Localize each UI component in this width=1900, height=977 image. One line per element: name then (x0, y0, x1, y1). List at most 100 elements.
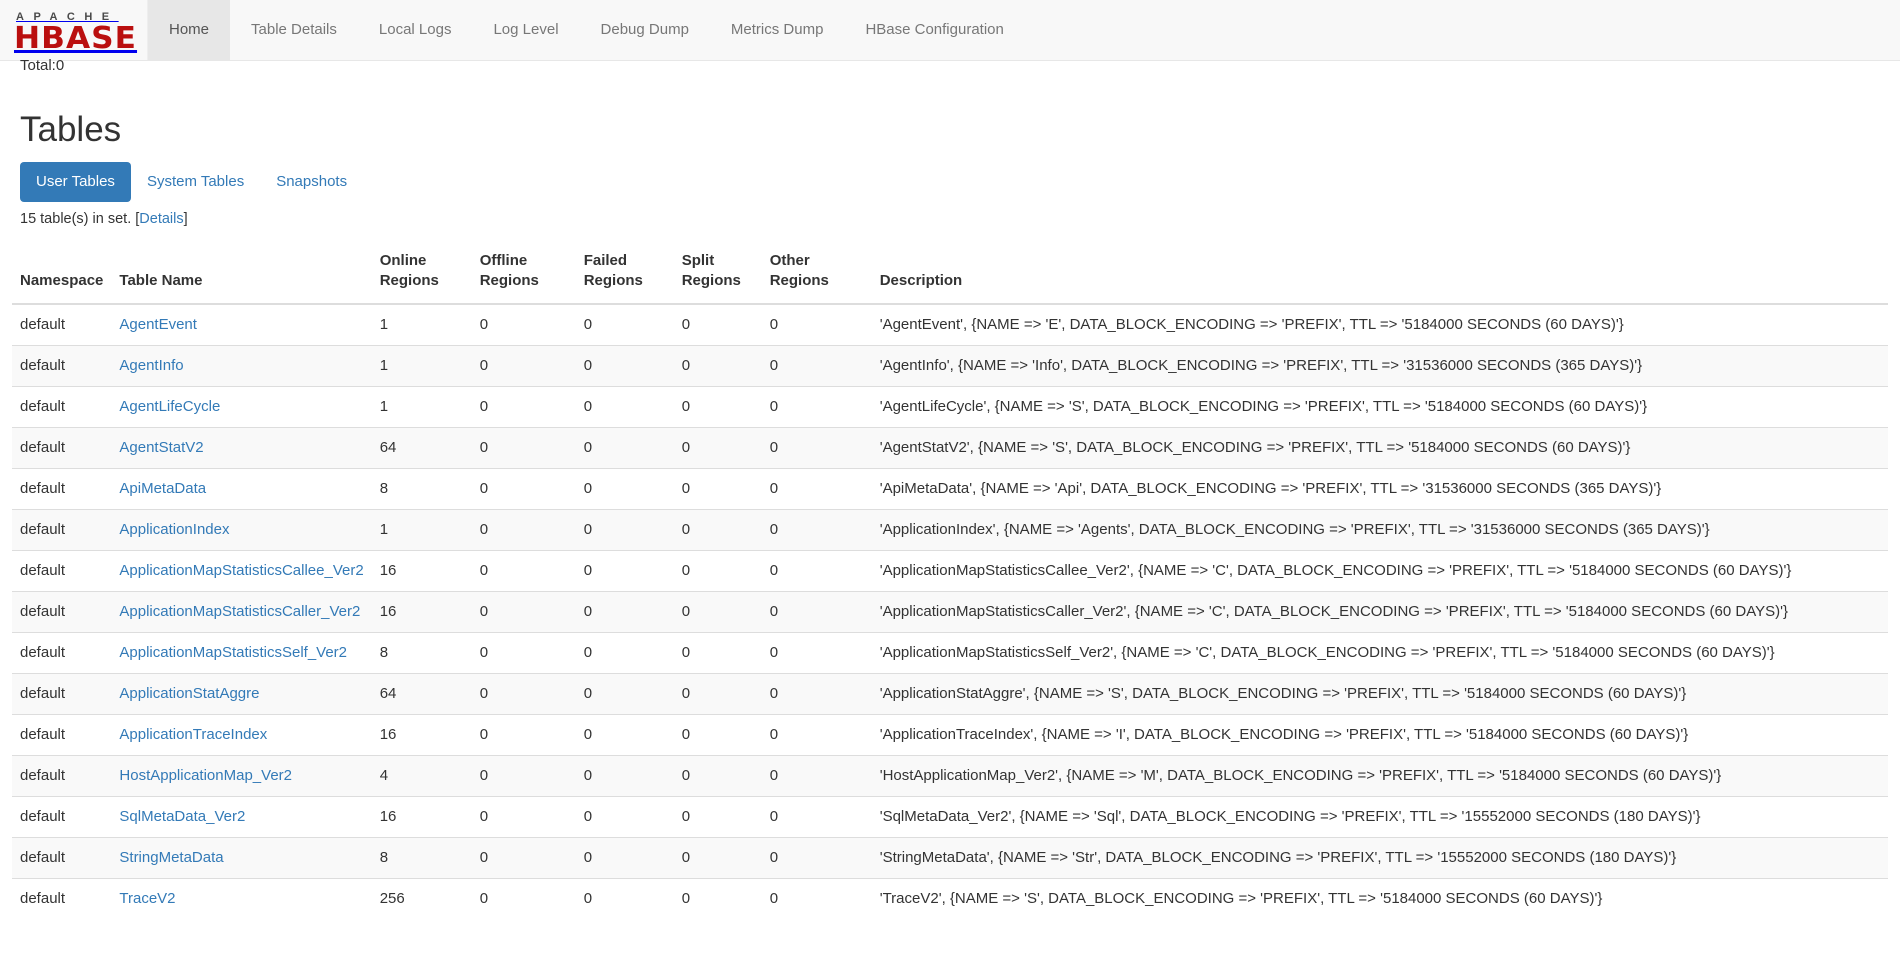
cell-description: 'AgentStatV2', {NAME => 'S', DATA_BLOCK_… (871, 427, 1888, 469)
cell-split-regions: 0 (673, 386, 762, 428)
cell-split-regions: 0 (673, 468, 762, 510)
cell-failed-regions: 0 (575, 591, 674, 633)
cell-offline-regions: 0 (471, 673, 576, 715)
nav-item-metrics-dump[interactable]: Metrics Dump (710, 0, 845, 60)
table-name-link[interactable]: ApplicationMapStatisticsSelf_Ver2 (119, 644, 347, 661)
table-row: default HostApplicationMap_Ver2 4 0 0 0 0 'Host… (12, 755, 1888, 797)
set-count-suffix: ] (183, 211, 188, 227)
nav-item-table-details[interactable]: Table Details (230, 0, 358, 60)
cell-failed-regions: 0 (575, 345, 674, 387)
header-table-name: Table Name (111, 241, 372, 305)
table-row: default ApplicationMapStatisticsCaller_Ve… (12, 591, 1888, 633)
table-name-link[interactable]: AgentInfo (119, 357, 183, 374)
table-name-link[interactable]: ApplicationMapStatisticsCaller_Ver2 (119, 603, 360, 620)
cell-online-regions: 16 (371, 550, 472, 592)
cell-offline-regions: 0 (471, 303, 576, 346)
cell-other-regions: 0 (761, 796, 872, 838)
table-name-link[interactable]: ApplicationIndex (119, 521, 229, 538)
cell-split-regions: 0 (673, 345, 762, 387)
cell-description: 'ApplicationMapStatisticsCaller_Ver2', {… (871, 591, 1888, 633)
cell-table-name: AgentInfo (111, 345, 372, 387)
cell-online-regions: 8 (371, 632, 472, 674)
nav-item-wrapper: Debug Dump (580, 0, 710, 60)
cell-namespace: default (12, 345, 112, 387)
cell-table-name: HostApplicationMap_Ver2 (111, 755, 372, 797)
table-name-link[interactable]: ApplicationStatAggre (119, 685, 259, 702)
table-row: default SqlMetaData_Ver2 16 0 0 0 0 'SqlMetaDat… (12, 796, 1888, 838)
table-name-link[interactable]: TraceV2 (119, 890, 175, 907)
tab-snapshots[interactable]: Snapshots (260, 162, 363, 202)
cell-offline-regions: 0 (471, 591, 576, 633)
table-head: Namespace Table Name Online Regions Offl… (12, 241, 1888, 305)
cell-namespace: default (12, 386, 112, 428)
cell-namespace: default (12, 673, 112, 715)
table-name-link[interactable]: ApiMetaData (119, 480, 206, 497)
cell-failed-regions: 0 (575, 509, 674, 551)
cell-failed-regions: 0 (575, 673, 674, 715)
table-body: default AgentEvent 1 0 0 0 0 'AgentEvent', {NAM… (12, 303, 1888, 919)
table-header-row: Namespace Table Name Online Regions Offl… (12, 241, 1888, 305)
cell-other-regions: 0 (761, 673, 872, 715)
table-name-link[interactable]: HostApplicationMap_Ver2 (119, 767, 292, 784)
user-tables-table: Namespace Table Name Online Regions Offl… (12, 241, 1888, 919)
hbase-logo[interactable]: APACHE HBASE (0, 0, 148, 60)
table-name-link[interactable]: AgentEvent (119, 316, 197, 333)
cell-failed-regions: 0 (575, 714, 674, 756)
cell-other-regions: 0 (761, 509, 872, 551)
cell-failed-regions: 0 (575, 837, 674, 879)
cell-table-name: ApplicationMapStatisticsSelf_Ver2 (111, 632, 372, 674)
cell-description: 'ApplicationIndex', {NAME => 'Agents', D… (871, 509, 1888, 551)
table-name-link[interactable]: SqlMetaData_Ver2 (119, 808, 245, 825)
page-content: Total:0 Tables User Tables System Tables S… (0, 57, 1900, 919)
cell-online-regions: 1 (371, 303, 472, 346)
cell-online-regions: 1 (371, 386, 472, 428)
cell-description: 'SqlMetaData_Ver2', {NAME => 'Sql', DATA… (871, 796, 1888, 838)
cell-namespace: default (12, 796, 112, 838)
cell-offline-regions: 0 (471, 632, 576, 674)
cell-online-regions: 1 (371, 509, 472, 551)
details-link[interactable]: Details (139, 211, 183, 227)
cell-namespace: default (12, 509, 112, 551)
nav-item-log-level[interactable]: Log Level (472, 0, 579, 60)
table-name-link[interactable]: ApplicationMapStatisticsCallee_Ver2 (119, 562, 363, 579)
cell-description: 'AgentLifeCycle', {NAME => 'S', DATA_BLO… (871, 386, 1888, 428)
nav-item-wrapper: Table Details (230, 0, 358, 60)
cell-offline-regions: 0 (471, 878, 576, 919)
cell-description: 'ApplicationMapStatisticsSelf_Ver2', {NA… (871, 632, 1888, 674)
table-name-link[interactable]: AgentLifeCycle (119, 398, 220, 415)
cell-namespace: default (12, 632, 112, 674)
tab-system-tables[interactable]: System Tables (131, 162, 260, 202)
table-name-link[interactable]: AgentStatV2 (119, 439, 203, 456)
nav-item-hbase-configuration[interactable]: HBase Configuration (844, 0, 1024, 60)
table-row: default ApplicationIndex 1 0 0 0 0 'Application… (12, 509, 1888, 551)
cell-table-name: ApplicationStatAggre (111, 673, 372, 715)
nav-item-wrapper: HBase Configuration (844, 0, 1024, 60)
tab-user-tables[interactable]: User Tables (20, 162, 131, 202)
cell-offline-regions: 0 (471, 796, 576, 838)
nav-item-local-logs[interactable]: Local Logs (358, 0, 473, 60)
cell-offline-regions: 0 (471, 427, 576, 469)
cell-split-regions: 0 (673, 550, 762, 592)
cell-online-regions: 4 (371, 755, 472, 797)
cell-split-regions: 0 (673, 303, 762, 346)
cell-offline-regions: 0 (471, 837, 576, 879)
brand-hbase-text: HBASE (14, 20, 138, 56)
cell-other-regions: 0 (761, 714, 872, 756)
cell-offline-regions: 0 (471, 714, 576, 756)
table-name-link[interactable]: ApplicationTraceIndex (119, 726, 267, 743)
header-offline-regions: Offline Regions (471, 241, 576, 305)
table-name-link[interactable]: StringMetaData (119, 849, 223, 866)
cell-failed-regions: 0 (575, 632, 674, 674)
total-line: Total:0 (20, 57, 65, 70)
cell-other-regions: 0 (761, 837, 872, 879)
cell-online-regions: 16 (371, 796, 472, 838)
cell-failed-regions: 0 (575, 796, 674, 838)
header-split-regions: Split Regions (673, 241, 762, 305)
nav-item-debug-dump[interactable]: Debug Dump (580, 0, 710, 60)
cell-description: 'AgentEvent', {NAME => 'E', DATA_BLOCK_E… (871, 303, 1888, 346)
nav-item-home[interactable]: Home (148, 0, 231, 60)
cell-other-regions: 0 (761, 303, 872, 346)
cell-online-regions: 1 (371, 345, 472, 387)
table-row: default TraceV2 256 0 0 0 0 'TraceV2', {NAME =>… (12, 878, 1888, 919)
cell-table-name: StringMetaData (111, 837, 372, 879)
